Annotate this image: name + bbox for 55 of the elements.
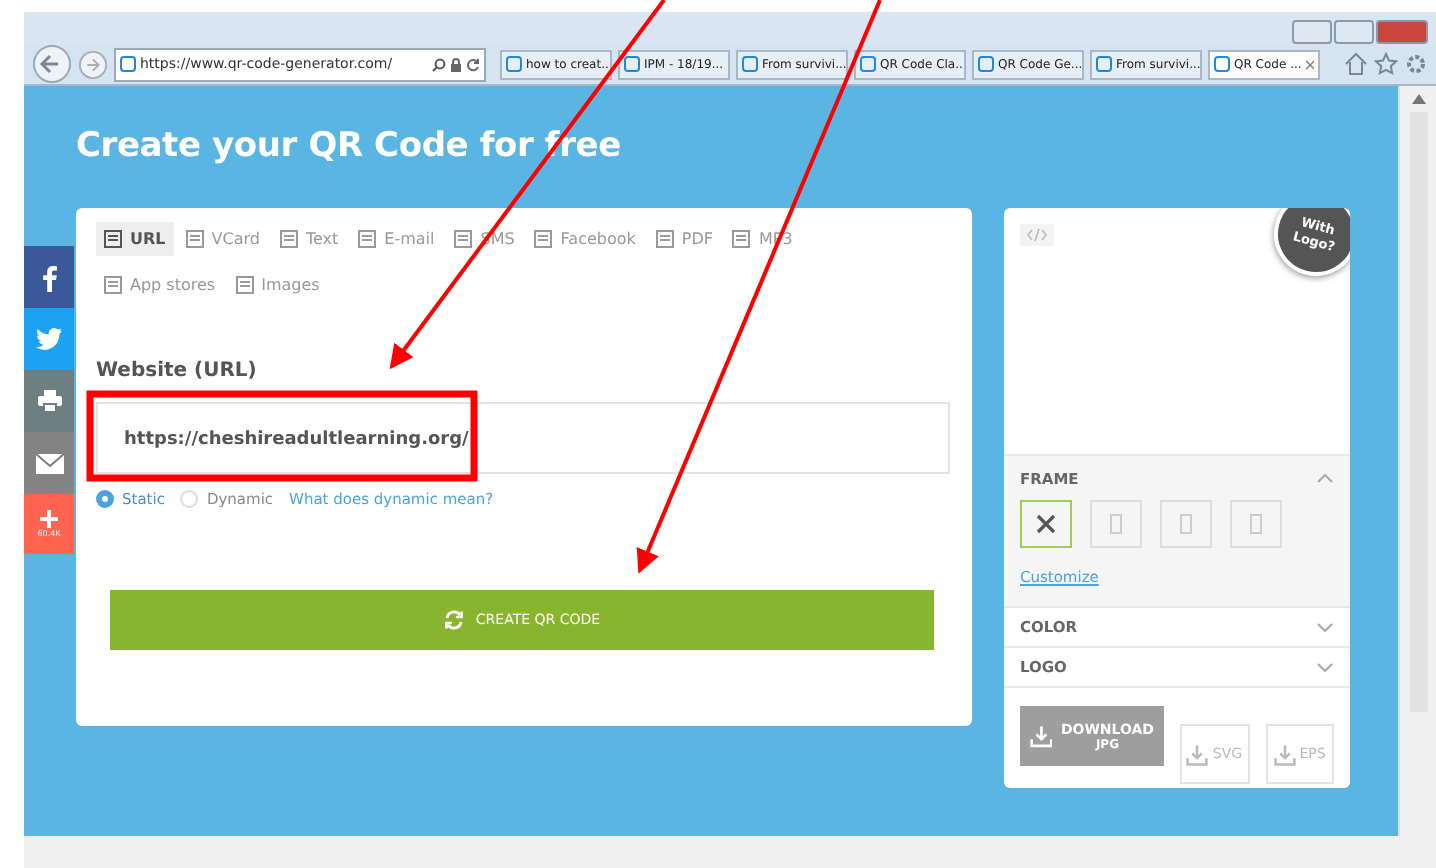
lock-icon <box>450 57 462 71</box>
url-input[interactable]: https://cheshireadultlearning.org/ <box>96 402 950 474</box>
site-icon <box>120 56 136 72</box>
twitter-share-button[interactable] <box>24 308 74 370</box>
frame-icon <box>1250 514 1262 534</box>
frame-icon <box>1110 514 1122 534</box>
type-icon <box>454 230 473 248</box>
type-icon <box>185 230 204 248</box>
facebook-icon <box>41 263 57 291</box>
type-tab[interactable]: Images <box>227 268 328 302</box>
type-icon <box>534 230 553 248</box>
home-icon[interactable] <box>1344 52 1368 76</box>
type-tab[interactable]: URL <box>96 222 174 256</box>
restore-button[interactable] <box>1334 20 1374 44</box>
frame-icon <box>1180 514 1192 534</box>
settings-icon[interactable] <box>1404 52 1428 76</box>
type-icon <box>104 276 122 294</box>
forward-icon[interactable] <box>78 49 108 79</box>
scroll-up-icon[interactable] <box>1411 94 1425 104</box>
download-icon <box>1030 722 1053 750</box>
type-icon <box>235 276 254 294</box>
refresh-icon[interactable] <box>466 57 480 71</box>
radio-button[interactable] <box>96 490 114 508</box>
print-button[interactable] <box>24 370 74 432</box>
type-tab[interactable]: VCard <box>177 222 268 256</box>
envelope-icon <box>35 453 63 473</box>
close-icon <box>1036 514 1056 534</box>
star-icon[interactable] <box>1374 52 1398 76</box>
type-icon <box>104 230 122 248</box>
refresh-icon <box>443 610 464 630</box>
printer-icon <box>37 390 61 412</box>
frame-option[interactable] <box>1020 500 1072 548</box>
type-tab[interactable]: Text <box>271 222 347 256</box>
type-icon <box>279 230 298 248</box>
type-icon <box>358 230 377 248</box>
close-icon <box>1305 57 1314 71</box>
plus-icon <box>40 510 58 528</box>
download-icon <box>1186 743 1209 765</box>
email-share-button[interactable] <box>24 432 74 494</box>
field-label: Website (URL) <box>96 360 257 382</box>
type-tab[interactable]: Facebook <box>526 222 644 256</box>
minimize-button[interactable] <box>1292 20 1332 44</box>
close-button[interactable] <box>1376 20 1428 44</box>
code-icon[interactable] <box>1020 224 1054 246</box>
bird-icon <box>36 328 62 350</box>
type-tab[interactable]: App stores <box>96 268 224 302</box>
back-icon[interactable] <box>32 44 72 84</box>
type-tab[interactable]: PDF <box>647 222 721 256</box>
search-icon[interactable] <box>432 57 446 71</box>
facebook-share-button[interactable] <box>24 246 74 308</box>
type-icon <box>655 230 674 248</box>
type-icon <box>732 230 751 248</box>
scrollbar[interactable] <box>1398 86 1436 836</box>
type-tab[interactable]: E-mail <box>350 222 443 256</box>
download-icon <box>1273 743 1296 765</box>
